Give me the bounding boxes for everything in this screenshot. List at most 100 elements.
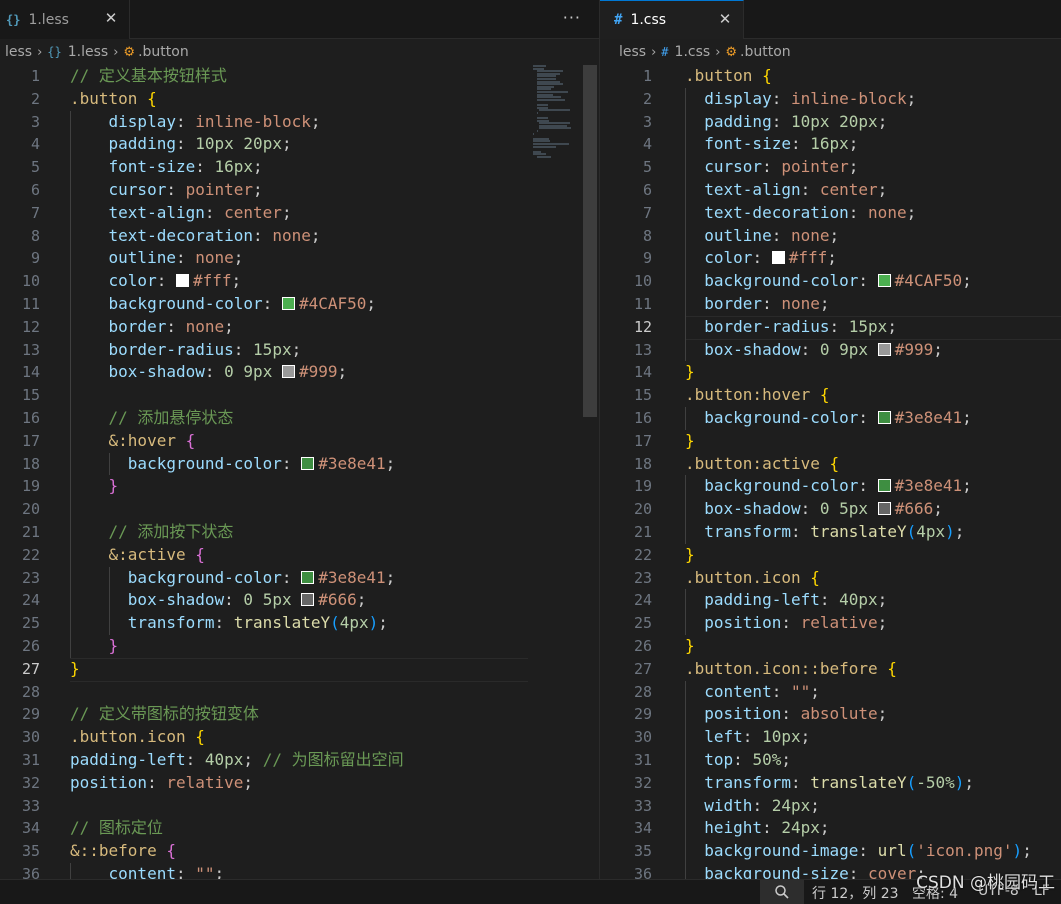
code-line[interactable]: display: inline-block; (70, 111, 528, 134)
code-line[interactable]: border-radius: 15px; (685, 315, 1061, 340)
left-code-editor[interactable]: 1 2 3 4 5 6 7 8 9 10 11 12 13 14 15 16 17 18 19 20 21 22 23 24 2… (0, 65, 599, 879)
color-swatch[interactable] (281, 365, 295, 379)
minimap[interactable] (533, 65, 579, 165)
code-line[interactable]: content: ""; (685, 681, 1061, 704)
color-swatch[interactable] (301, 593, 315, 607)
color-swatch[interactable] (877, 410, 891, 424)
code-line[interactable]: .button { (70, 88, 528, 111)
code-line[interactable]: &:hover { (70, 430, 528, 453)
code-line[interactable]: background-color: #3e8e41; (70, 567, 528, 590)
color-swatch[interactable] (301, 456, 315, 470)
code-line[interactable]: color: #fff; (685, 247, 1061, 270)
code-line[interactable]: text-decoration: none; (70, 225, 528, 248)
code-line[interactable]: text-align: center; (70, 202, 528, 225)
code-line[interactable]: border: none; (685, 293, 1061, 316)
cursor-position[interactable]: 行 12，列 23 (812, 883, 899, 903)
code-line[interactable]: height: 24px; (685, 817, 1061, 840)
code-line[interactable]: background-color: #4CAF50; (685, 270, 1061, 293)
code-line[interactable]: // 图标定位 (70, 817, 528, 840)
code-line[interactable]: box-shadow: 0 9px #999; (70, 361, 528, 384)
code-line[interactable]: ​ (70, 498, 528, 521)
code-area[interactable]: .button { display: inline-block; padding… (685, 65, 1061, 879)
code-line[interactable]: cursor: pointer; (70, 179, 528, 202)
code-line[interactable]: .button.icon::before { (685, 658, 1061, 681)
code-line[interactable]: } (70, 657, 528, 682)
code-line[interactable]: transform: translateY(4px); (70, 612, 528, 635)
code-line[interactable]: // 定义带图标的按钮变体 (70, 703, 528, 726)
code-line[interactable]: .button:active { (685, 453, 1061, 476)
code-line[interactable]: ​ (70, 384, 528, 407)
breadcrumb-symbol[interactable]: .button (138, 44, 189, 60)
right-code-editor[interactable]: 1 2 3 4 5 6 7 8 9 10 11 12 13 14 15 16 17 18 19 20 21 22 23 24 2… (600, 65, 1061, 879)
code-area[interactable]: // 定义基本按钮样式 .button { display: inline-blo… (70, 65, 528, 879)
code-line[interactable]: } (685, 430, 1061, 453)
code-line[interactable]: box-shadow: 0 9px #999; (685, 339, 1061, 362)
code-line[interactable]: background-color: #3e8e41; (685, 475, 1061, 498)
code-line[interactable]: } (70, 635, 528, 658)
color-swatch[interactable] (771, 251, 785, 265)
code-line[interactable]: } (685, 544, 1061, 567)
code-line[interactable]: content: ""; (70, 863, 528, 879)
code-line[interactable]: left: 10px; (685, 726, 1061, 749)
code-line[interactable]: text-decoration: none; (685, 202, 1061, 225)
breadcrumb-file[interactable]: 1.css (675, 44, 711, 60)
color-swatch[interactable] (877, 274, 891, 288)
code-line[interactable]: // 添加按下状态 (70, 521, 528, 544)
code-line[interactable]: text-align: center; (685, 179, 1061, 202)
code-line[interactable]: // 添加悬停状态 (70, 407, 528, 430)
code-line[interactable]: width: 24px; (685, 795, 1061, 818)
code-line[interactable]: padding: 10px 20px; (685, 111, 1061, 134)
code-line[interactable]: } (70, 475, 528, 498)
code-line[interactable]: .button.icon { (70, 726, 528, 749)
code-line[interactable]: .button:hover { (685, 384, 1061, 407)
code-line[interactable]: background-color: #4CAF50; (70, 293, 528, 316)
code-line[interactable]: outline: none; (685, 225, 1061, 248)
color-swatch[interactable] (175, 274, 189, 288)
code-line[interactable]: &:active { (70, 544, 528, 567)
code-line[interactable]: ​ (70, 795, 528, 818)
color-swatch[interactable] (877, 502, 891, 516)
breadcrumb-folder[interactable]: less (5, 44, 32, 60)
code-line[interactable]: outline: none; (70, 247, 528, 270)
code-line[interactable]: background-image: url('icon.png'); (685, 840, 1061, 863)
code-line[interactable]: padding-left: 40px; (685, 589, 1061, 612)
color-swatch[interactable] (301, 570, 315, 584)
code-line[interactable]: ​ (70, 681, 528, 704)
code-line[interactable]: &::before { (70, 840, 528, 863)
code-line[interactable]: border-radius: 15px; (70, 339, 528, 362)
code-line[interactable]: .button.icon { (685, 567, 1061, 590)
code-line[interactable]: transform: translateY(-50%); (685, 772, 1061, 795)
close-icon[interactable]: ✕ (717, 11, 733, 27)
code-line[interactable]: top: 50%; (685, 749, 1061, 772)
tab-1-less[interactable]: {} 1.less ✕ (0, 0, 130, 39)
code-line[interactable]: position: absolute; (685, 703, 1061, 726)
code-line[interactable]: cursor: pointer; (685, 156, 1061, 179)
code-line[interactable]: font-size: 16px; (70, 156, 528, 179)
breadcrumb-file[interactable]: 1.less (68, 44, 108, 60)
code-line[interactable]: background-color: #3e8e41; (685, 407, 1061, 430)
tab-1-css[interactable]: # 1.css ✕ (600, 0, 744, 39)
color-swatch[interactable] (281, 296, 295, 310)
code-line[interactable]: padding-left: 40px; // 为图标留出空间 (70, 749, 528, 772)
breadcrumb-folder[interactable]: less (619, 44, 646, 60)
code-line[interactable]: } (685, 361, 1061, 384)
color-swatch[interactable] (877, 479, 891, 493)
code-line[interactable]: // 定义基本按钮样式 (70, 65, 528, 88)
code-line[interactable]: font-size: 16px; (685, 133, 1061, 156)
close-icon[interactable]: ✕ (103, 10, 119, 26)
code-line[interactable]: color: #fff; (70, 270, 528, 293)
code-line[interactable]: transform: translateY(4px); (685, 521, 1061, 544)
code-line[interactable]: .button { (685, 65, 1061, 88)
breadcrumb-symbol[interactable]: .button (740, 44, 791, 60)
code-line[interactable]: position: relative; (685, 612, 1061, 635)
scrollbar-thumb[interactable] (583, 65, 597, 417)
code-line[interactable]: background-color: #3e8e41; (70, 453, 528, 476)
code-line[interactable]: } (685, 635, 1061, 658)
code-line[interactable]: border: none; (70, 316, 528, 339)
code-line[interactable]: padding: 10px 20px; (70, 133, 528, 156)
code-line[interactable]: display: inline-block; (685, 88, 1061, 111)
code-line[interactable]: box-shadow: 0 5px #666; (685, 498, 1061, 521)
code-line[interactable]: box-shadow: 0 5px #666; (70, 589, 528, 612)
code-line[interactable]: position: relative; (70, 772, 528, 795)
color-swatch[interactable] (877, 342, 891, 356)
